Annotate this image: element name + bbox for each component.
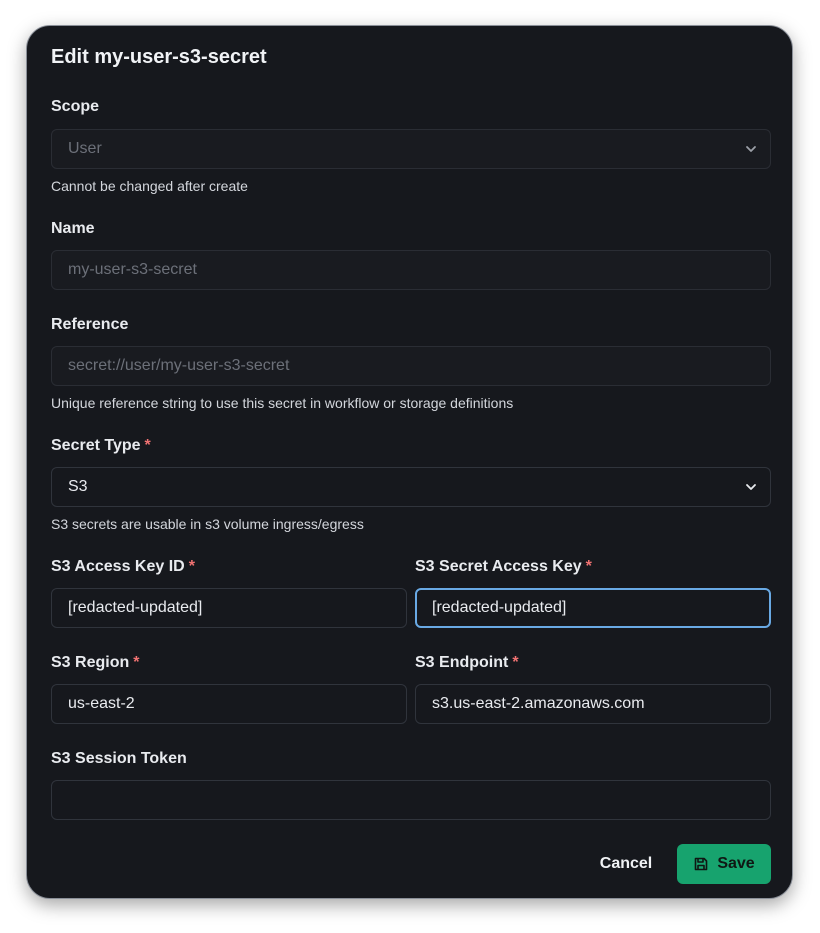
secret-type-help: S3 secrets are usable in s3 volume ingre… bbox=[51, 516, 364, 532]
scope-select[interactable]: User bbox=[51, 129, 771, 169]
endpoint-value: s3.us-east-2.amazonaws.com bbox=[432, 695, 645, 712]
required-mark: * bbox=[144, 437, 151, 454]
endpoint-label-text: S3 Endpoint bbox=[415, 654, 509, 671]
chevron-down-icon bbox=[746, 484, 756, 490]
reference-value: secret://user/my-user-s3-secret bbox=[68, 357, 290, 374]
secret-type-label-text: Secret Type bbox=[51, 437, 141, 454]
scope-value: User bbox=[68, 140, 102, 157]
region-field[interactable]: us-east-2 bbox=[51, 684, 407, 724]
reference-help: Unique reference string to use this secr… bbox=[51, 395, 514, 411]
session-token-label: S3 Session Token bbox=[51, 750, 187, 767]
save-icon bbox=[695, 857, 708, 871]
secret-access-key-value: [redacted-updated] bbox=[432, 599, 567, 616]
access-key-id-label: S3 Access Key ID * bbox=[51, 558, 195, 576]
required-mark: * bbox=[512, 654, 519, 671]
reference-label: Reference bbox=[51, 316, 129, 333]
secret-type-label: Secret Type * bbox=[51, 437, 151, 455]
access-key-id-value: [redacted-updated] bbox=[68, 599, 203, 616]
session-token-field[interactable] bbox=[51, 780, 771, 820]
name-label: Name bbox=[51, 220, 95, 237]
edit-secret-dialog: Edit my-user-s3-secret Scope User Cannot… bbox=[26, 25, 793, 899]
secret-access-key-label-text: S3 Secret Access Key bbox=[415, 558, 582, 575]
region-label-text: S3 Region bbox=[51, 654, 130, 671]
scope-help: Cannot be changed after create bbox=[51, 178, 248, 194]
secret-access-key-field[interactable]: [redacted-updated] bbox=[415, 588, 771, 628]
region-value: us-east-2 bbox=[68, 695, 135, 712]
secret-access-key-label: S3 Secret Access Key * bbox=[415, 558, 592, 576]
save-button[interactable]: Save bbox=[677, 844, 771, 884]
endpoint-field[interactable]: s3.us-east-2.amazonaws.com bbox=[415, 684, 771, 724]
access-key-id-field[interactable]: [redacted-updated] bbox=[51, 588, 407, 628]
name-value: my-user-s3-secret bbox=[68, 261, 197, 278]
cancel-button[interactable]: Cancel bbox=[587, 844, 665, 884]
reference-field[interactable]: secret://user/my-user-s3-secret bbox=[51, 346, 771, 386]
region-label: S3 Region * bbox=[51, 654, 139, 672]
endpoint-label: S3 Endpoint * bbox=[415, 654, 519, 672]
secret-type-value: S3 bbox=[68, 478, 88, 495]
save-label: Save bbox=[717, 855, 755, 872]
scope-label: Scope bbox=[51, 98, 100, 115]
secret-type-select[interactable]: S3 bbox=[51, 467, 771, 507]
required-mark: * bbox=[133, 654, 140, 671]
required-mark: * bbox=[188, 558, 195, 575]
dialog-title: Edit my-user-s3-secret bbox=[51, 46, 267, 68]
chevron-down-icon bbox=[746, 146, 756, 152]
access-key-id-label-text: S3 Access Key ID bbox=[51, 558, 185, 575]
name-field[interactable]: my-user-s3-secret bbox=[51, 250, 771, 290]
required-mark: * bbox=[585, 558, 592, 575]
